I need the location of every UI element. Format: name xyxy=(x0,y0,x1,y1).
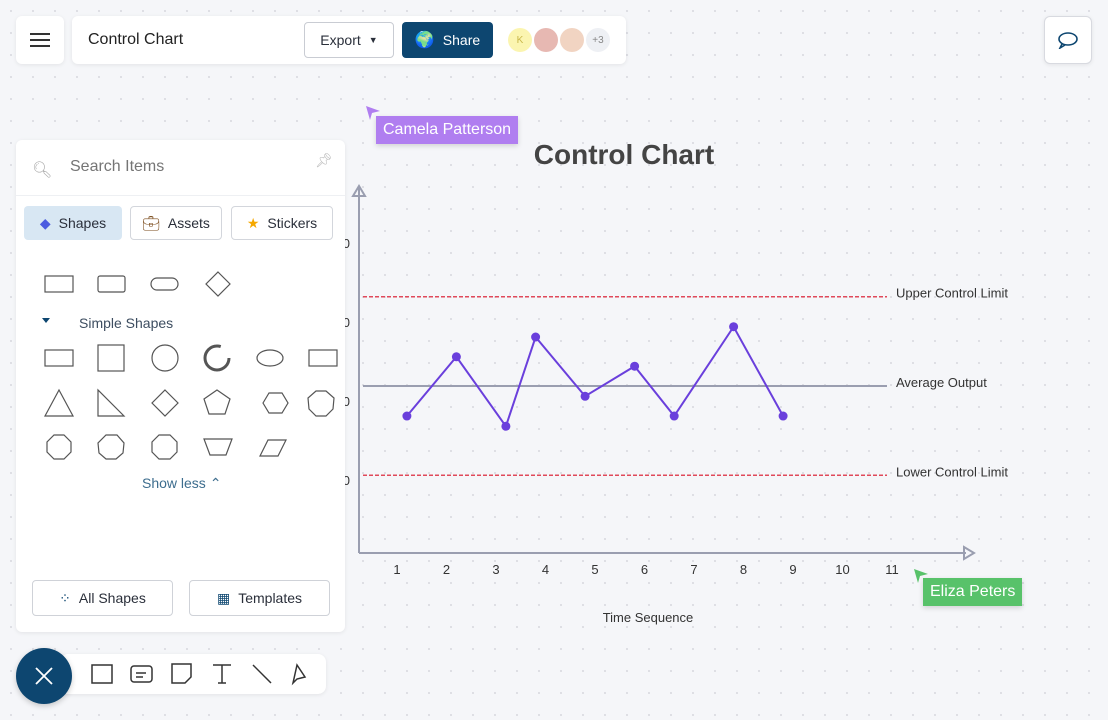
bottom-toolbar xyxy=(60,654,326,694)
caret-down-icon: ▼ xyxy=(368,35,378,45)
y-axis xyxy=(351,184,367,553)
export-label: Export xyxy=(320,32,361,48)
data-point xyxy=(580,391,590,401)
search-bar: 🔍︎ 📌︎ xyxy=(16,140,345,196)
data-point xyxy=(531,332,541,342)
avatar[interactable]: K xyxy=(508,28,532,52)
control-line-label: Upper Control Limit xyxy=(896,286,1008,301)
x-tick-label: 4 xyxy=(542,562,549,577)
data-point xyxy=(778,411,788,421)
data-point xyxy=(501,421,511,431)
sticky-note-tool-icon[interactable] xyxy=(171,663,192,684)
export-button[interactable]: Export ▼ xyxy=(304,22,394,58)
x-tick-label: 7 xyxy=(690,562,697,577)
data-point xyxy=(630,361,640,371)
close-toolbar-button[interactable] xyxy=(16,648,72,704)
top-bar: Control Chart Export ▼ 🌍 Share K +3 xyxy=(72,16,626,64)
all-shapes-button[interactable]: ⁘ All Shapes xyxy=(32,580,173,616)
star-icon: ★ xyxy=(246,214,260,231)
diamond-icon: ◆ xyxy=(39,214,51,231)
templates-label: Templates xyxy=(238,590,303,606)
x-tick-label: 10 xyxy=(835,562,849,577)
briefcase-icon: 💼︎ xyxy=(142,214,160,231)
x-tick-label: 3 xyxy=(492,562,499,577)
tab-label: Shapes xyxy=(58,215,107,231)
search-icon: 🔍︎ xyxy=(32,162,53,179)
section-title-simple-shapes[interactable]: Simple Shapes xyxy=(79,315,173,331)
document-title[interactable]: Control Chart xyxy=(88,31,183,49)
hamburger-icon xyxy=(30,33,50,47)
search-input[interactable] xyxy=(70,158,290,176)
data-point xyxy=(729,322,739,332)
x-axis-label: Time Sequence xyxy=(603,610,694,625)
share-button[interactable]: 🌍 Share xyxy=(402,22,493,58)
control-line-label: Average Output xyxy=(896,375,987,390)
data-point xyxy=(451,352,461,362)
chevron-up-icon: ⌃ xyxy=(209,475,222,491)
card-tool-icon[interactable] xyxy=(130,665,153,683)
comment-icon xyxy=(1058,32,1078,49)
menu-button[interactable] xyxy=(16,16,64,64)
tab-label: Stickers xyxy=(267,215,318,231)
avatar[interactable] xyxy=(560,28,584,52)
data-point xyxy=(669,411,679,421)
x-tick-label: 11 xyxy=(885,562,899,577)
cursor-arrow-icon xyxy=(914,569,928,583)
tab-label: Assets xyxy=(167,215,210,231)
data-series-line xyxy=(406,324,784,429)
shapes-panel: 🔍︎ 📌︎ ◆ Shapes 💼︎ Assets ★ Stickers Simple … xyxy=(16,140,345,632)
close-icon xyxy=(35,667,53,685)
x-tick-label: 2 xyxy=(443,562,450,577)
show-less-link[interactable]: Show less ⌃ xyxy=(142,475,221,492)
chart-title: Control Chart xyxy=(534,139,714,170)
globe-icon: 🌍 xyxy=(414,32,435,49)
text-tool-icon[interactable] xyxy=(213,664,231,684)
x-axis xyxy=(359,545,976,561)
pin-icon[interactable]: 📌︎ xyxy=(315,152,333,169)
tab-assets[interactable]: 💼︎ Assets xyxy=(130,206,222,240)
cursor-arrow-icon xyxy=(366,106,380,120)
all-shapes-label: All Shapes xyxy=(78,590,146,606)
line-tool-icon[interactable] xyxy=(252,664,272,684)
data-point xyxy=(402,411,412,421)
pen-tool-icon[interactable] xyxy=(291,663,307,686)
cursor-label-camela: Camela Patterson xyxy=(376,116,519,144)
shape-library[interactable] xyxy=(16,260,345,500)
more-collaborators[interactable]: +3 xyxy=(586,28,610,52)
show-less-label: Show less xyxy=(142,475,206,491)
control-line-label: Lower Control Limit xyxy=(896,464,1008,479)
x-tick-label: 5 xyxy=(591,562,598,577)
templates-button[interactable]: ▦ Templates xyxy=(189,580,330,616)
x-tick-label: 6 xyxy=(641,562,648,577)
x-tick-label: 1 xyxy=(393,562,400,577)
x-tick-label: 9 xyxy=(789,562,796,577)
tab-shapes[interactable]: ◆ Shapes xyxy=(24,206,122,240)
x-tick-label: 8 xyxy=(740,562,747,577)
avatar[interactable] xyxy=(534,28,558,52)
comments-button[interactable] xyxy=(1044,16,1092,64)
rectangle-tool-icon[interactable] xyxy=(91,664,113,684)
grid-icon: ⁘ xyxy=(59,589,71,606)
share-label: Share xyxy=(442,32,481,48)
template-icon: ▦ xyxy=(216,589,231,606)
tab-stickers[interactable]: ★ Stickers xyxy=(231,206,333,240)
cursor-label-eliza: Eliza Peters xyxy=(923,578,1023,606)
